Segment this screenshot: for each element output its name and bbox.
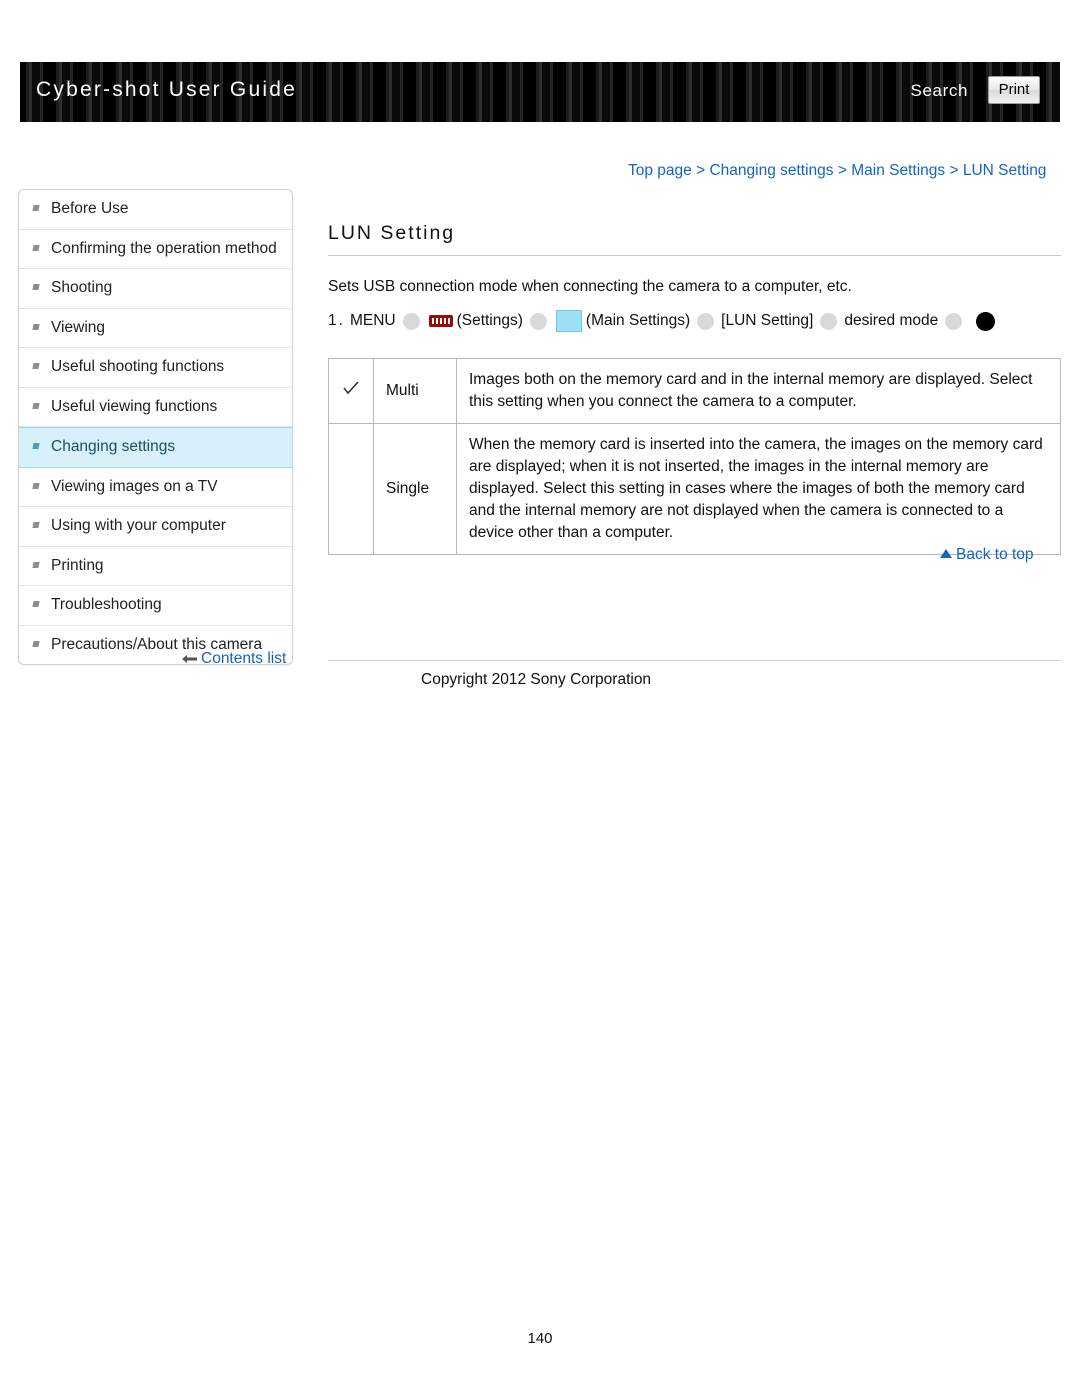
bullet-icon [32, 402, 40, 409]
triangle-up-icon [940, 549, 952, 558]
checkmark-icon [343, 380, 359, 395]
sidebar-item-label: Using with your computer [51, 517, 226, 534]
intro-text: Sets USB connection mode when connecting… [328, 278, 852, 295]
copyright-text: Copyright 2012 Sony Corporation [421, 671, 652, 688]
bullet-icon [32, 443, 40, 449]
bullet-icon [32, 205, 40, 211]
sidebar-nav: Before Use Confirming the operation meth… [18, 189, 293, 665]
sidebar-item-confirming-the-operation-method[interactable]: Confirming the operation method [19, 230, 292, 269]
sidebar-item-printing[interactable]: Printing [19, 547, 292, 586]
breadcrumb-separator: > [837, 162, 847, 179]
page-number: 140 [527, 1330, 553, 1347]
breadcrumb-item-top-page[interactable]: Top page [628, 162, 692, 179]
bullet-icon [32, 561, 40, 568]
sidebar-item-shooting[interactable]: Shooting [19, 269, 292, 309]
bullet-icon [32, 323, 40, 330]
sidebar-item-label: Changing settings [51, 438, 176, 455]
sidebar-item-label: Before Use [51, 200, 129, 217]
sidebar-item-label: Useful shooting functions [51, 358, 225, 375]
breadcrumb-item-lun-setting[interactable]: LUN Setting [963, 162, 1047, 179]
settings-label: (Settings) [456, 312, 523, 329]
lun-setting-label: [LUN Setting] [721, 312, 814, 329]
sidebar-item-label: Viewing [51, 318, 106, 336]
step-arrow-icon [697, 312, 715, 330]
step-number: 1. [328, 312, 345, 329]
bullet-icon [32, 601, 40, 607]
contents-list-label: Contents list [201, 650, 287, 667]
option-name: Single [373, 423, 457, 555]
table-row: Single When the memory card is inserted … [328, 423, 1061, 555]
sidebar-item-label: Useful viewing functions [51, 397, 218, 415]
breadcrumb-item-main-settings[interactable]: Main Settings [851, 162, 945, 179]
step-arrow-icon [945, 312, 963, 330]
option-description: When the memory card is inserted into th… [456, 423, 1061, 555]
print-button[interactable]: Print [988, 76, 1040, 104]
sidebar-item-label: Confirming the operation method [51, 239, 277, 257]
bullet-icon [32, 640, 40, 647]
table-row: Multi Images both on the memory card and… [328, 358, 1061, 424]
bullet-icon [32, 284, 40, 290]
options-table: Multi Images both on the memory card and… [328, 358, 1061, 555]
main-settings-icon [555, 310, 582, 332]
bullet-icon [32, 482, 40, 489]
step-arrow-icon [402, 312, 420, 330]
bullet-icon [32, 522, 40, 528]
site-title: Cyber-shot User Guide [36, 78, 297, 101]
contents-list-link[interactable]: Contents list [182, 650, 286, 668]
main-content: LUN Setting Sets USB connection mode whe… [328, 222, 1061, 555]
sidebar-item-before-use[interactable]: Before Use [19, 190, 292, 230]
back-to-top-label: Back to top [956, 546, 1034, 563]
step-instruction: 1. MENU (Settings) (Main Settings) [LUN … [328, 310, 1061, 332]
option-name: Multi [373, 358, 457, 424]
settings-icon [428, 315, 453, 327]
breadcrumb-separator: > [949, 162, 959, 179]
back-arrow-icon [182, 651, 197, 663]
sidebar-item-useful-shooting-functions[interactable]: Useful shooting functions [19, 348, 292, 388]
back-to-top-link[interactable]: Back to top [940, 546, 1034, 564]
option-description: Images both on the memory card and in th… [456, 358, 1061, 424]
footer-divider [328, 660, 1061, 661]
sidebar-item-label: Printing [51, 556, 104, 574]
sidebar-item-changing-settings[interactable]: Changing settings [19, 427, 292, 468]
bullet-icon [32, 244, 40, 251]
sidebar-item-viewing[interactable]: Viewing [19, 309, 292, 348]
main-settings-label: (Main Settings) [585, 312, 691, 329]
sidebar-item-label: Viewing images on a TV [51, 477, 218, 495]
breadcrumb-item-changing-settings[interactable]: Changing settings [709, 162, 833, 179]
breadcrumb-separator: > [696, 162, 706, 179]
sidebar-item-label: Shooting [51, 279, 113, 296]
step-arrow-icon [529, 312, 547, 330]
breadcrumb: Top page > Changing settings > Main Sett… [628, 162, 1046, 180]
sidebar-item-viewing-images-on-a-tv[interactable]: Viewing images on a TV [19, 468, 292, 507]
sidebar-item-useful-viewing-functions[interactable]: Useful viewing functions [19, 388, 292, 427]
search-link[interactable]: Search [911, 81, 968, 101]
default-check-cell [328, 358, 374, 424]
default-check-cell [328, 423, 374, 555]
sidebar-item-using-with-your-computer[interactable]: Using with your computer [19, 507, 292, 547]
step-arrow-icon [820, 312, 838, 330]
step-confirm-icon [976, 311, 996, 331]
menu-label: MENU [349, 312, 396, 329]
desired-mode-label: desired mode [844, 312, 939, 329]
page-title: LUN Setting [328, 222, 1061, 256]
site-header: Cyber-shot User Guide Search Print [20, 62, 1060, 122]
bullet-icon [32, 363, 40, 369]
sidebar-item-label: Troubleshooting [51, 596, 162, 613]
sidebar-item-troubleshooting[interactable]: Troubleshooting [19, 586, 292, 626]
print-button-label: Print [998, 81, 1030, 98]
